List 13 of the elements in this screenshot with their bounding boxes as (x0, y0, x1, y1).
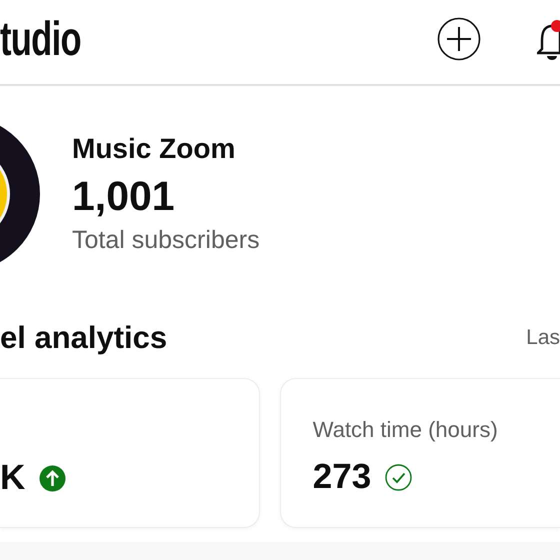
metric-card[interactable]: K (0, 378, 260, 528)
subscriber-count: 1,001 (72, 173, 176, 220)
metric-value: K (0, 458, 26, 498)
notifications-icon[interactable] (537, 18, 560, 60)
period-selector[interactable]: Las (526, 326, 560, 350)
metric-value: 273 (312, 457, 372, 497)
metric-card[interactable]: Watch time (hours) 273 (280, 378, 560, 528)
create-icon[interactable] (437, 17, 481, 61)
subscriber-label: Total subscribers (72, 226, 260, 255)
section-title: el analytics (0, 320, 168, 356)
channel-name: Music Zoom (72, 133, 236, 165)
logo-text: tudio (0, 12, 81, 66)
metric-label: Watch time (hours) (312, 417, 499, 443)
